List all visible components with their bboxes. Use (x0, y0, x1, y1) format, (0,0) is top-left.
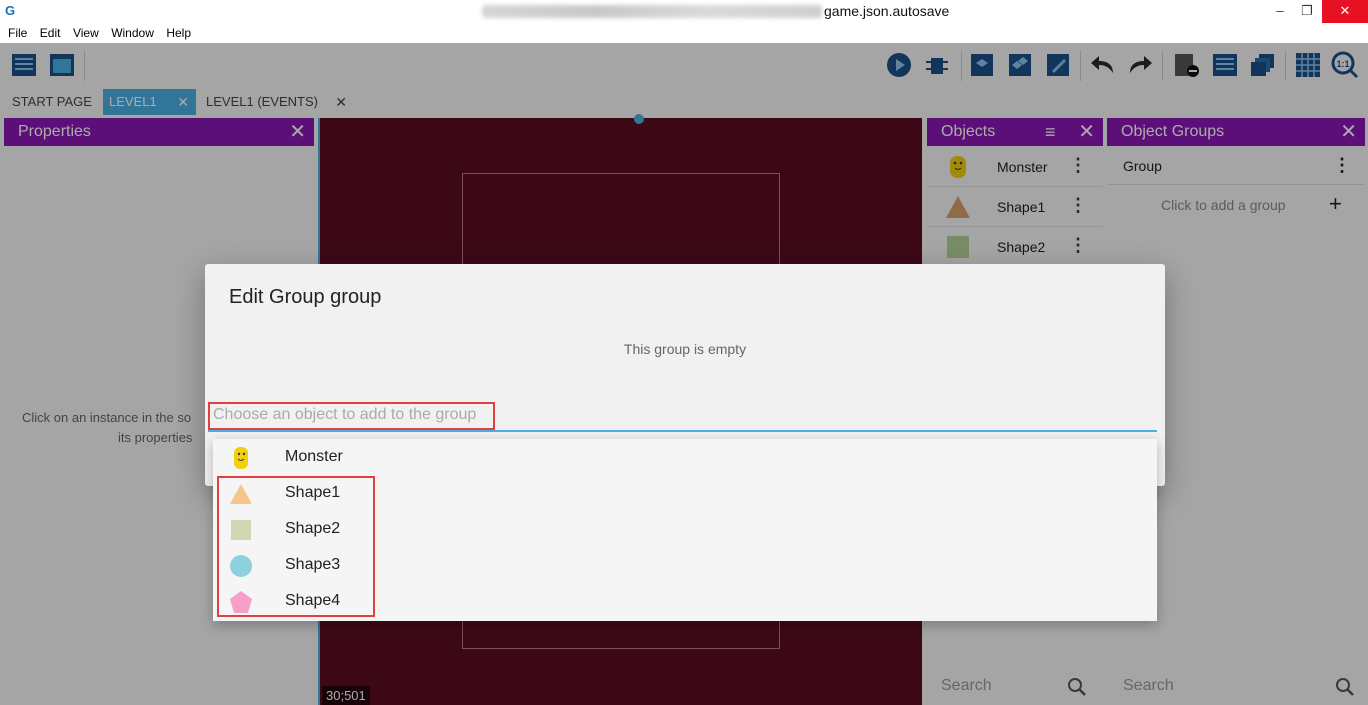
menu-window[interactable]: Window (111, 23, 154, 40)
close-window-button[interactable]: ✕ (1322, 0, 1368, 23)
app-logo-icon: G (5, 3, 16, 18)
blurred-path (482, 5, 822, 18)
dialog-title: Edit Group group (229, 286, 382, 308)
monster-icon (234, 447, 248, 469)
option-label: Monster (285, 448, 343, 465)
menu-view[interactable]: View (73, 23, 99, 40)
highlight-box (208, 402, 495, 430)
highlight-box (217, 476, 375, 617)
maximize-button[interactable]: ❐ (1292, 0, 1322, 23)
title-bar: G game.json.autosave – ❐ ✕ (0, 0, 1368, 23)
menu-file[interactable]: File (8, 23, 27, 40)
autocomplete-dropdown: Monster Shape1 Shape2 Shape3 Shape4 (213, 439, 1157, 621)
menu-bar: File Edit View Window Help (0, 23, 1368, 43)
minimize-button[interactable]: – (1265, 0, 1295, 23)
window-title: game.json.autosave (824, 3, 950, 19)
option-monster[interactable]: Monster (213, 439, 1157, 475)
empty-group-message: This group is empty (623, 341, 747, 357)
menu-help[interactable]: Help (166, 23, 191, 40)
menu-edit[interactable]: Edit (40, 23, 61, 40)
